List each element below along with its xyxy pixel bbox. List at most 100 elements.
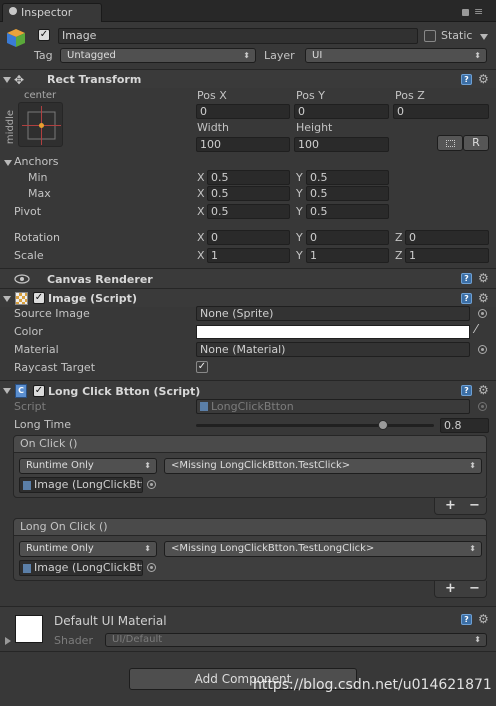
rotation-z-field[interactable]: 0 <box>405 230 489 245</box>
material-section: Default UI Material Shader UI/Default ⬍ ?… <box>0 606 496 652</box>
gear-icon[interactable]: ⚙ <box>478 73 489 85</box>
long-click-header[interactable]: C ✓ Long Click Btton (Script) ? ⚙ <box>0 380 496 400</box>
anchor-min-y-field[interactable]: 0.5 <box>306 170 389 185</box>
foldout-icon[interactable] <box>3 388 11 394</box>
add-listener-button[interactable]: + <box>445 582 456 595</box>
remove-listener-button[interactable]: − <box>469 499 480 512</box>
long-time-slider-thumb[interactable] <box>378 420 389 430</box>
long-on-click-list-footer: + − <box>434 581 487 598</box>
tab-bar: Inspector ≡ <box>0 0 496 22</box>
menu-icon[interactable]: ≡ <box>474 6 483 17</box>
scale-label: Scale <box>14 249 44 262</box>
tag-value: Untagged <box>67 50 116 61</box>
add-listener-button[interactable]: + <box>445 499 456 512</box>
pos-z-label: Pos Z <box>395 89 425 102</box>
long-on-click-mode-dropdown[interactable]: Runtime Only ⬍ <box>19 541 157 557</box>
rotation-y-field[interactable]: 0 <box>306 230 389 245</box>
raycast-target-label: Raycast Target <box>14 361 96 374</box>
anchor-max-y-field[interactable]: 0.5 <box>306 186 389 201</box>
source-image-field[interactable]: None (Sprite) <box>196 306 470 321</box>
material-preview <box>15 615 43 643</box>
pos-x-field[interactable]: 0 <box>196 104 290 119</box>
anchor-min-x-field[interactable]: 0.5 <box>207 170 290 185</box>
anchor-preset-button[interactable] <box>18 102 63 147</box>
on-click-function-dropdown[interactable]: <Missing LongClickBtton.TestClick> ⬍ <box>164 458 482 474</box>
scale-z-axis-label: Z <box>395 249 403 262</box>
width-field[interactable]: 100 <box>196 137 290 152</box>
script-field: LongClickBtton <box>196 399 470 414</box>
chevron-updown-icon: ⬍ <box>144 544 151 553</box>
pivot-label: Pivot <box>14 205 42 218</box>
layer-dropdown[interactable]: UI ⬍ <box>305 48 487 63</box>
chevron-updown-icon: ⬍ <box>474 51 481 60</box>
lock-icon[interactable] <box>462 9 469 16</box>
long-click-enabled-checkbox[interactable]: ✓ <box>33 385 45 397</box>
foldout-icon[interactable] <box>3 296 11 302</box>
color-swatch[interactable] <box>196 325 470 339</box>
on-click-mode-dropdown[interactable]: Runtime Only ⬍ <box>19 458 157 474</box>
eye-icon <box>14 274 30 287</box>
raycast-target-checkbox[interactable]: ✓ <box>196 361 208 373</box>
object-header: ✓ Image Static Tag Untagged ⬍ Layer UI ⬍ <box>0 22 496 68</box>
canvas-renderer-header[interactable]: Canvas Renderer ? ⚙ <box>0 268 496 288</box>
blueprint-mode-button[interactable] <box>437 135 463 151</box>
help-icon[interactable]: ? <box>461 273 472 284</box>
tag-dropdown[interactable]: Untagged ⬍ <box>60 48 256 63</box>
canvas-renderer-title: Canvas Renderer <box>47 273 153 286</box>
long-on-click-target-field[interactable]: Image (LongClickBtton) <box>19 560 143 576</box>
material-foldout-icon[interactable] <box>5 637 11 645</box>
gear-icon[interactable]: ⚙ <box>478 272 489 284</box>
rot-y-axis-label: Y <box>296 231 303 244</box>
raw-edit-button[interactable]: R <box>463 135 489 151</box>
remove-listener-button[interactable]: − <box>469 582 480 595</box>
on-click-label: On Click () <box>20 437 78 450</box>
gear-icon[interactable]: ⚙ <box>478 292 489 304</box>
material-title: Default UI Material <box>54 614 167 628</box>
active-checkbox[interactable]: ✓ <box>38 29 50 41</box>
pos-y-field[interactable]: 0 <box>294 104 389 119</box>
gear-icon[interactable]: ⚙ <box>478 384 489 396</box>
width-label: Width <box>197 121 229 134</box>
pivot-x-axis-label: X <box>197 205 205 218</box>
static-checkbox[interactable] <box>424 30 436 42</box>
rect-transform-header[interactable]: ✥ Rect Transform ? ⚙ <box>0 69 496 88</box>
object-picker-icon[interactable] <box>478 345 487 354</box>
help-icon[interactable]: ? <box>461 293 472 304</box>
object-picker-icon[interactable] <box>478 309 487 318</box>
long-on-click-function-dropdown[interactable]: <Missing LongClickBtton.TestLongClick> ⬍ <box>164 541 482 557</box>
gear-icon[interactable]: ⚙ <box>478 613 489 625</box>
material-field[interactable]: None (Material) <box>196 342 470 357</box>
max-y-axis-label: Y <box>296 187 303 200</box>
help-icon[interactable]: ? <box>461 385 472 396</box>
object-picker-icon[interactable] <box>147 480 156 489</box>
image-object-icon <box>23 564 31 573</box>
scale-y-field[interactable]: 1 <box>306 248 389 263</box>
image-script-header[interactable]: ✓ Image (Script) ? ⚙ <box>0 288 496 307</box>
long-on-click-label: Long On Click () <box>20 520 108 533</box>
on-click-target-field[interactable]: Image (LongClickBtton) <box>19 477 143 493</box>
help-icon[interactable]: ? <box>461 74 472 85</box>
pivot-y-field[interactable]: 0.5 <box>306 204 389 219</box>
help-icon[interactable]: ? <box>461 614 472 625</box>
pos-z-field[interactable]: 0 <box>393 104 489 119</box>
script-file-icon: C <box>15 384 27 398</box>
object-name-field[interactable]: Image <box>58 28 418 44</box>
long-time-slider-track[interactable] <box>196 420 434 430</box>
static-dropdown-icon[interactable] <box>480 34 488 40</box>
tab-inspector[interactable]: Inspector <box>2 3 102 22</box>
image-enabled-checkbox[interactable]: ✓ <box>33 292 45 304</box>
scale-z-field[interactable]: 1 <box>405 248 489 263</box>
scale-x-field[interactable]: 1 <box>207 248 290 263</box>
long-time-field[interactable]: 0.8 <box>440 418 489 433</box>
height-field[interactable]: 100 <box>294 137 389 152</box>
image-script-title: Image (Script) <box>48 292 137 305</box>
anchor-max-x-field[interactable]: 0.5 <box>207 186 290 201</box>
long-on-click-header: Long On Click () <box>13 518 487 536</box>
object-picker-icon[interactable] <box>147 563 156 572</box>
anchors-foldout-icon[interactable] <box>4 160 12 166</box>
eyedropper-icon[interactable]: ⁄ <box>475 323 477 335</box>
rotation-x-field[interactable]: 0 <box>207 230 290 245</box>
pivot-x-field[interactable]: 0.5 <box>207 204 290 219</box>
foldout-icon[interactable] <box>3 77 11 83</box>
layer-value: UI <box>312 50 323 61</box>
